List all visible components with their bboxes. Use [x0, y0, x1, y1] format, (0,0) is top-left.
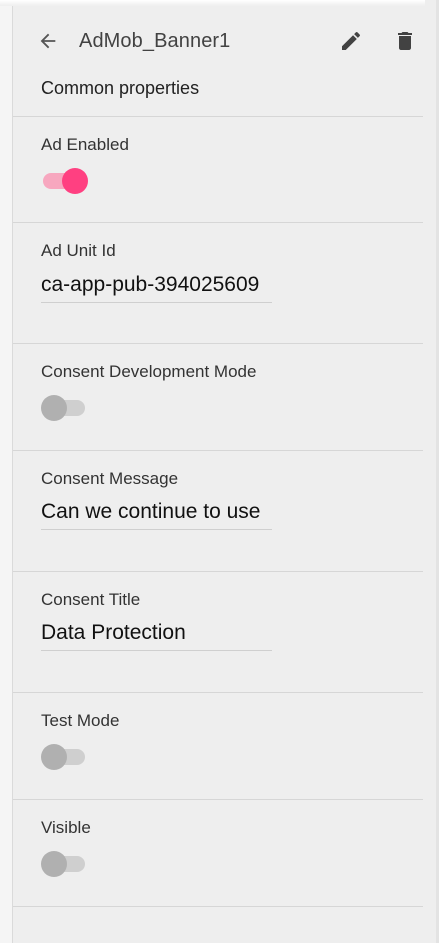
- toggle-thumb: [41, 744, 67, 770]
- visible-toggle[interactable]: [41, 850, 87, 877]
- panel-top-shadow: [0, 0, 425, 6]
- test-mode-toggle[interactable]: [41, 743, 87, 770]
- divider: [13, 343, 423, 344]
- divider: [13, 450, 423, 451]
- consent-title-input[interactable]: [41, 616, 272, 651]
- divider: [13, 906, 423, 907]
- arrow-back-icon[interactable]: [37, 30, 59, 52]
- ad-unit-id-label: Ad Unit Id: [41, 241, 116, 260]
- ad-enabled-toggle[interactable]: [41, 167, 88, 194]
- section-label: Common properties: [41, 78, 200, 98]
- toggle-thumb: [62, 168, 88, 194]
- panel-header: AdMob_Banner1: [13, 22, 423, 62]
- consent-message-input[interactable]: [41, 495, 272, 530]
- panel-left-edge: [0, 0, 13, 943]
- test-mode-label: Test Mode: [41, 711, 120, 730]
- consent-dev-mode-toggle[interactable]: [41, 394, 87, 421]
- component-title: AdMob_Banner1: [79, 30, 231, 52]
- consent-message-label: Consent Message: [41, 469, 179, 488]
- trash-icon[interactable]: [393, 29, 417, 53]
- visible-label: Visible: [41, 818, 91, 837]
- ad-unit-id-input[interactable]: [41, 268, 272, 303]
- divider: [13, 571, 423, 572]
- properties-panel: AdMob_Banner1 Common properties Ad Enabl…: [0, 0, 439, 943]
- consent-dev-mode-label: Consent Development Mode: [41, 362, 257, 381]
- divider: [13, 799, 423, 800]
- consent-title-label: Consent Title: [41, 590, 141, 609]
- divider: [13, 692, 423, 693]
- toggle-thumb: [41, 395, 67, 421]
- divider: [13, 222, 423, 223]
- toggle-thumb: [41, 851, 67, 877]
- ad-enabled-label: Ad Enabled: [41, 135, 129, 154]
- pencil-icon[interactable]: [339, 29, 363, 53]
- divider: [13, 116, 423, 117]
